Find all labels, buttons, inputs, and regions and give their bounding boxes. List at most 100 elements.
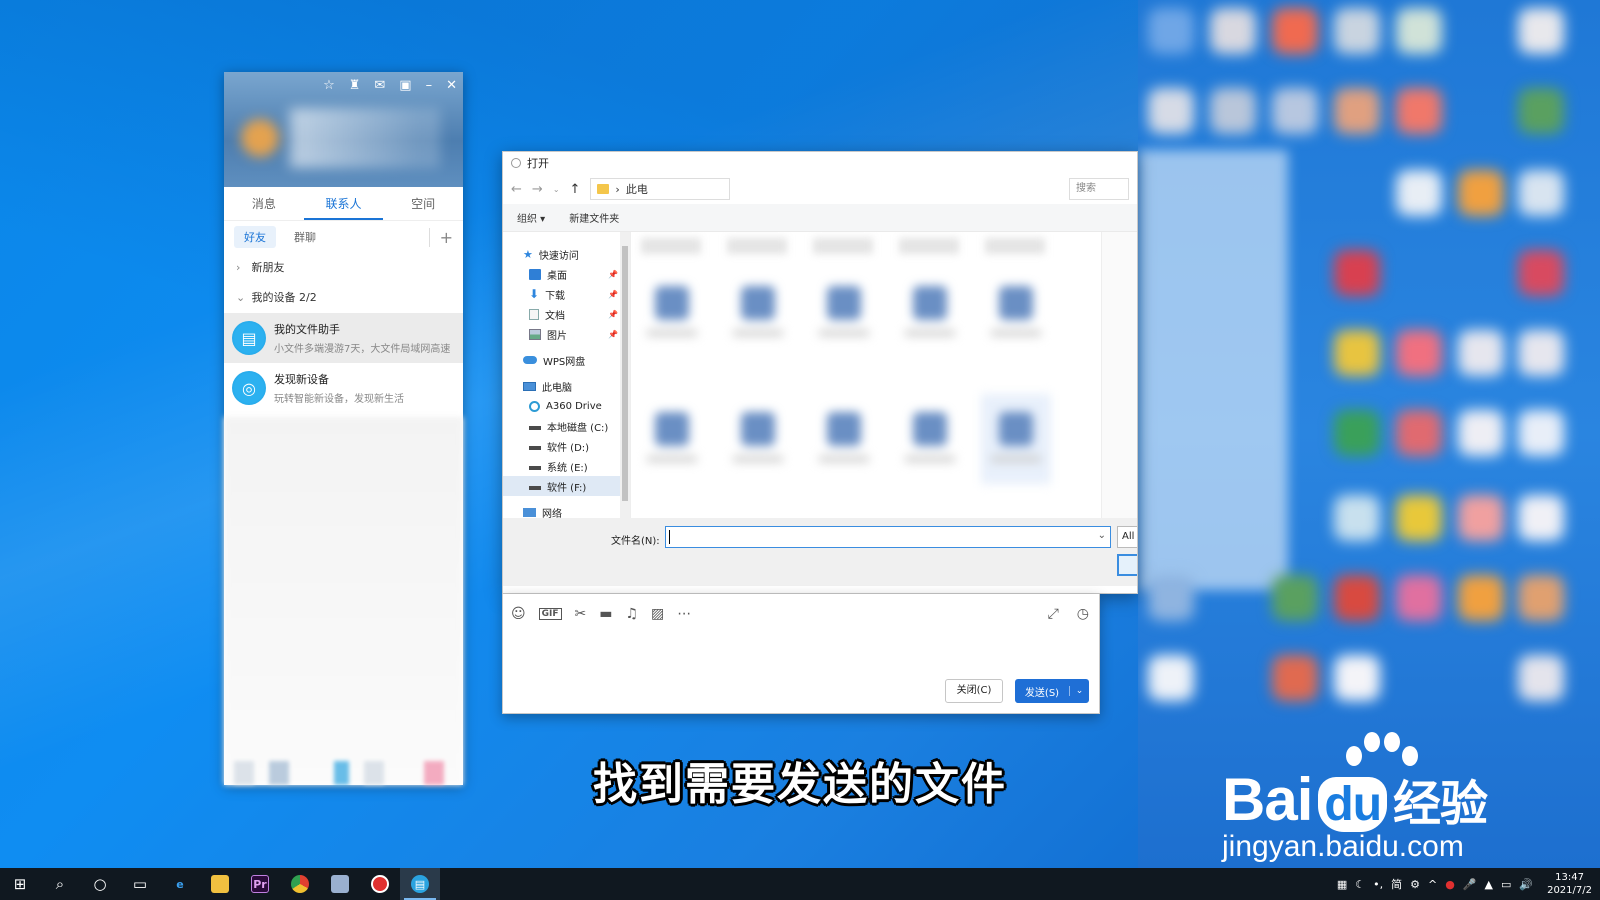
expand-icon[interactable]: ⤢ bbox=[1048, 606, 1059, 622]
open-button[interactable] bbox=[1117, 554, 1137, 576]
notes-icon[interactable] bbox=[320, 868, 360, 900]
settings-icon[interactable]: ⚙ bbox=[1410, 878, 1420, 891]
folder-icon[interactable]: ▬ bbox=[599, 606, 612, 622]
edge-icon[interactable]: e bbox=[160, 868, 200, 900]
file-item[interactable] bbox=[809, 268, 879, 358]
qq-file-assistant-icon[interactable]: ▤ bbox=[400, 868, 440, 900]
shirt-icon[interactable]: ♜ bbox=[349, 78, 361, 93]
mail-icon[interactable]: ✉ bbox=[374, 78, 385, 93]
punctuation-icon[interactable]: •, bbox=[1373, 878, 1383, 891]
sidebar-item-this-pc[interactable]: 此电脑 bbox=[503, 376, 630, 396]
task-view-icon[interactable]: ▭ bbox=[120, 868, 160, 900]
new-folder-button[interactable]: 新建文件夹 bbox=[569, 210, 619, 225]
up-icon[interactable]: ↑ bbox=[570, 182, 581, 197]
keyboard-icon[interactable]: ▦ bbox=[1337, 878, 1347, 891]
drive-icon bbox=[529, 466, 541, 470]
scrollbar-thumb[interactable] bbox=[622, 246, 628, 501]
sidebar-item-drive-f[interactable]: 软件 (F:) bbox=[503, 476, 630, 496]
list-item-discover-device[interactable]: ◎ 发现新设备 玩转智能新设备，发现新生活 bbox=[224, 363, 463, 413]
document-icon bbox=[529, 308, 539, 320]
sidebar-item-quick-access[interactable]: ★ 快速访问 bbox=[503, 244, 630, 264]
recorder-icon[interactable] bbox=[360, 868, 400, 900]
group-new-friends[interactable]: › 新朋友 bbox=[224, 253, 463, 283]
minimize-icon[interactable]: – bbox=[426, 78, 433, 93]
back-icon[interactable]: ← bbox=[511, 182, 522, 197]
search-input[interactable]: 搜索 bbox=[1069, 178, 1129, 200]
tab-contacts[interactable]: 联系人 bbox=[303, 187, 384, 220]
chevron-down-icon[interactable]: ⌄ bbox=[1069, 686, 1089, 696]
sidebar-item-a360[interactable]: A360 Drive bbox=[503, 396, 630, 416]
sidebar-item-drive-e[interactable]: 系统 (E:) bbox=[503, 456, 630, 476]
clock[interactable]: 13:47 2021/7/2 bbox=[1547, 871, 1592, 897]
add-icon[interactable]: + bbox=[428, 227, 453, 247]
file-item[interactable] bbox=[637, 268, 707, 358]
sidebar-item-pictures[interactable]: 图片 📌 bbox=[503, 324, 630, 344]
subtab-groups[interactable]: 群聊 bbox=[294, 229, 316, 245]
address-bar[interactable]: › 此电 bbox=[590, 178, 731, 200]
file-item[interactable] bbox=[809, 394, 879, 484]
sidebar-item-label: 文档 bbox=[545, 310, 565, 322]
ime-indicator[interactable]: 简 bbox=[1391, 876, 1402, 892]
filetype-select[interactable]: All bbox=[1117, 526, 1137, 548]
organize-button[interactable]: 组织 ▾ bbox=[517, 210, 545, 225]
sidebar-scrollbar[interactable] bbox=[620, 232, 630, 518]
calendar-icon[interactable]: ▣ bbox=[399, 78, 411, 93]
list-item-file-assistant[interactable]: ▤ 我的文件助手 小文件多端漫游7天，大文件局域网高速 bbox=[224, 313, 463, 363]
file-item[interactable] bbox=[895, 268, 965, 358]
recent-dropdown-icon[interactable]: ⌄ bbox=[553, 185, 560, 194]
more-icon[interactable]: ⋯ bbox=[677, 606, 691, 622]
cortana-icon[interactable]: ○ bbox=[80, 868, 120, 900]
network-icon[interactable]: ▭ bbox=[1501, 878, 1511, 891]
device-icon: ◎ bbox=[232, 371, 266, 405]
music-icon[interactable]: ♫ bbox=[625, 606, 638, 622]
premiere-icon[interactable]: Pr bbox=[240, 868, 280, 900]
tab-space[interactable]: 空间 bbox=[383, 187, 463, 220]
microphone-icon[interactable]: 🎤 bbox=[1463, 878, 1477, 891]
sidebar-item-network[interactable]: 网络 bbox=[503, 502, 630, 518]
gif-icon[interactable]: GIF bbox=[538, 608, 562, 620]
file-item[interactable] bbox=[981, 394, 1051, 484]
chrome-icon[interactable] bbox=[280, 868, 320, 900]
dialog-navbar: ← → ⌄ ↑ › 此电 搜索 bbox=[503, 174, 1137, 204]
record-icon[interactable]: ● bbox=[1445, 878, 1455, 891]
filename-label: 文件名(N): bbox=[611, 536, 660, 547]
file-explorer-icon[interactable] bbox=[200, 868, 240, 900]
history-icon[interactable]: ◷ bbox=[1077, 606, 1089, 622]
watermark-url: jingyan.baidu.com bbox=[1222, 830, 1464, 863]
close-icon[interactable]: ✕ bbox=[446, 78, 457, 93]
sidebar-item-downloads[interactable]: ⬇ 下载 📌 bbox=[503, 284, 630, 304]
sidebar-item-documents[interactable]: 文档 📌 bbox=[503, 304, 630, 324]
file-item[interactable] bbox=[895, 394, 965, 484]
file-item[interactable] bbox=[723, 394, 793, 484]
file-item[interactable] bbox=[723, 268, 793, 358]
chevron-up-icon[interactable]: ^ bbox=[1428, 878, 1437, 891]
app-tray-icon[interactable]: ▲ bbox=[1485, 878, 1493, 891]
sidebar-item-desktop[interactable]: 桌面 📌 bbox=[503, 264, 630, 284]
search-icon[interactable]: ⌕ bbox=[40, 868, 80, 900]
sidebar-item-drive-c[interactable]: 本地磁盘 (C:) bbox=[503, 416, 630, 436]
emoji-icon[interactable]: ☺ bbox=[511, 606, 526, 622]
moon-icon[interactable]: ☾ bbox=[1355, 878, 1365, 891]
group-my-devices[interactable]: ⌄ 我的设备 2/2 bbox=[224, 283, 463, 313]
time: 13:47 bbox=[1555, 872, 1584, 883]
file-list-blurred[interactable] bbox=[631, 232, 1101, 518]
sidebar-item-drive-d[interactable]: 软件 (D:) bbox=[503, 436, 630, 456]
scissors-icon[interactable]: ✂ bbox=[575, 606, 587, 622]
folder-icon bbox=[597, 184, 610, 194]
sidebar-item-wps-cloud[interactable]: WPS网盘 bbox=[503, 350, 630, 370]
sidebar-item-label: 快速访问 bbox=[538, 250, 579, 262]
close-button[interactable]: 关闭(C) bbox=[945, 679, 1003, 703]
forward-icon[interactable]: → bbox=[532, 182, 543, 197]
file-item[interactable] bbox=[637, 394, 707, 484]
chevron-down-icon[interactable]: ⌄ bbox=[1098, 530, 1106, 541]
send-button[interactable]: 发送(S) ⌄ bbox=[1015, 679, 1089, 703]
star-icon[interactable]: ☆ bbox=[323, 78, 335, 93]
navigation-pane: ★ 快速访问 桌面 📌 ⬇ 下载 📌 文档 📌 图片 📌 WPS网盘 此电脑 A… bbox=[503, 232, 631, 518]
file-item[interactable] bbox=[981, 268, 1051, 358]
subtab-friends[interactable]: 好友 bbox=[234, 226, 276, 248]
windows-start-icon[interactable]: ⊞ bbox=[0, 868, 40, 900]
image-icon[interactable]: ▨ bbox=[651, 606, 664, 622]
volume-icon[interactable]: 🔊 bbox=[1519, 878, 1533, 891]
tab-messages[interactable]: 消息 bbox=[224, 187, 304, 220]
filename-input[interactable]: ⌄ bbox=[665, 526, 1111, 548]
